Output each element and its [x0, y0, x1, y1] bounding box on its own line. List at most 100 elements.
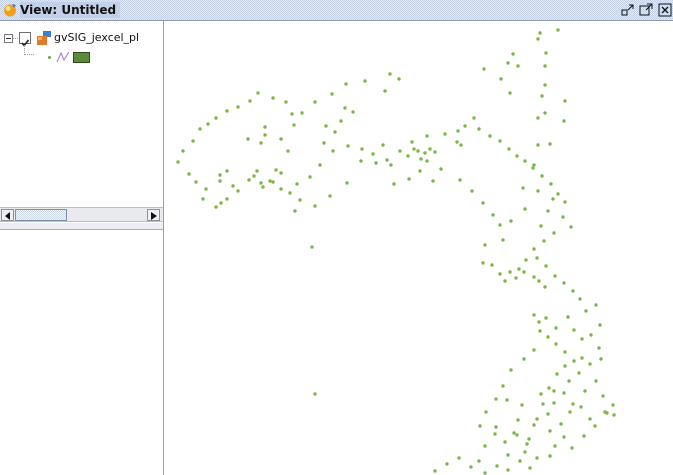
- map-point: [248, 99, 252, 103]
- map-point: [527, 437, 531, 441]
- map-point: [259, 141, 263, 145]
- map-point: [470, 189, 474, 193]
- map-point: [548, 142, 552, 146]
- table-of-contents: gvSIG_jexcel_pl: [0, 21, 163, 207]
- restore-icon[interactable]: [621, 3, 635, 17]
- toc-horizontal-scrollbar[interactable]: [0, 207, 163, 222]
- map-point: [516, 418, 520, 422]
- map-point: [310, 245, 314, 249]
- map-points-layer: [176, 28, 616, 475]
- map-point: [345, 181, 349, 185]
- map-point: [536, 143, 540, 147]
- map-point: [552, 389, 556, 393]
- map-point: [469, 465, 473, 469]
- map-point: [385, 158, 389, 162]
- locator-map[interactable]: [0, 230, 163, 475]
- map-point: [599, 357, 603, 361]
- map-point: [225, 169, 229, 173]
- map-point: [563, 364, 567, 368]
- map-point: [225, 109, 229, 113]
- map-point: [261, 185, 265, 189]
- map-point: [532, 247, 536, 251]
- map-point: [548, 454, 552, 458]
- map-point: [374, 161, 378, 165]
- map-point: [507, 147, 511, 151]
- map-point: [483, 444, 487, 448]
- scroll-thumb[interactable]: [15, 209, 67, 221]
- panel-splitter[interactable]: [0, 223, 163, 230]
- maximize-icon[interactable]: [639, 3, 653, 17]
- map-point: [588, 417, 592, 421]
- map-point: [259, 181, 263, 185]
- layer-name[interactable]: gvSIG_jexcel_pl: [54, 31, 139, 45]
- map-point: [539, 392, 543, 396]
- map-point: [544, 316, 548, 320]
- map-point: [318, 163, 322, 167]
- map-point: [535, 256, 539, 260]
- tree-collapse-toggle[interactable]: [4, 34, 13, 43]
- map-point: [551, 197, 555, 201]
- tree-connector: [24, 45, 34, 55]
- map-point: [456, 129, 460, 133]
- map-point: [425, 134, 429, 138]
- map-point: [412, 147, 416, 151]
- map-point: [218, 179, 222, 183]
- map-point: [459, 143, 463, 147]
- map-point: [538, 329, 542, 333]
- map-point: [493, 432, 497, 436]
- map-canvas[interactable]: [165, 21, 673, 475]
- map-point: [214, 205, 218, 209]
- map-point: [218, 173, 222, 177]
- map-point: [279, 187, 283, 191]
- map-point: [494, 397, 498, 401]
- map-point: [331, 149, 335, 153]
- map-point: [612, 413, 616, 417]
- close-icon[interactable]: [658, 3, 672, 17]
- map-point: [562, 391, 566, 395]
- map-point: [570, 446, 574, 450]
- map-point: [433, 150, 437, 154]
- window-title-bar[interactable]: View: Untitled: [0, 0, 673, 21]
- map-point: [425, 159, 429, 163]
- map-point: [293, 209, 297, 213]
- gvsig-view-icon: [4, 4, 16, 17]
- map-point: [509, 219, 513, 223]
- map-point: [501, 238, 505, 242]
- map-point: [584, 309, 588, 313]
- map-point: [579, 405, 583, 409]
- map-point: [505, 398, 509, 402]
- map-point: [546, 335, 550, 339]
- map-point: [206, 122, 210, 126]
- map-point: [457, 456, 461, 460]
- map-point: [562, 435, 566, 439]
- map-point: [503, 279, 507, 283]
- point-symbol-icon: [48, 56, 51, 59]
- map-point: [236, 189, 240, 193]
- map-point: [538, 31, 542, 35]
- map-point: [567, 379, 571, 383]
- map-point: [515, 433, 519, 437]
- map-point: [381, 143, 385, 147]
- map-point: [548, 429, 552, 433]
- map-point: [571, 402, 575, 406]
- map-point: [419, 157, 423, 161]
- map-point: [363, 79, 367, 83]
- map-point: [406, 154, 410, 158]
- map-point: [540, 94, 544, 98]
- map-point: [562, 281, 566, 285]
- map-point: [313, 392, 317, 396]
- map-point: [523, 207, 527, 211]
- map-point: [491, 213, 495, 217]
- map-point: [572, 328, 576, 332]
- map-point: [547, 386, 551, 390]
- map-point: [528, 466, 532, 470]
- map-point: [506, 453, 510, 457]
- layer-visibility-checkbox[interactable]: [19, 32, 31, 47]
- map-point: [543, 285, 547, 289]
- map-point: [498, 272, 502, 276]
- map-point: [292, 123, 296, 127]
- scroll-left-button[interactable]: [1, 209, 14, 221]
- scroll-right-button[interactable]: [147, 209, 160, 221]
- map-point: [256, 91, 260, 95]
- map-point: [532, 275, 536, 279]
